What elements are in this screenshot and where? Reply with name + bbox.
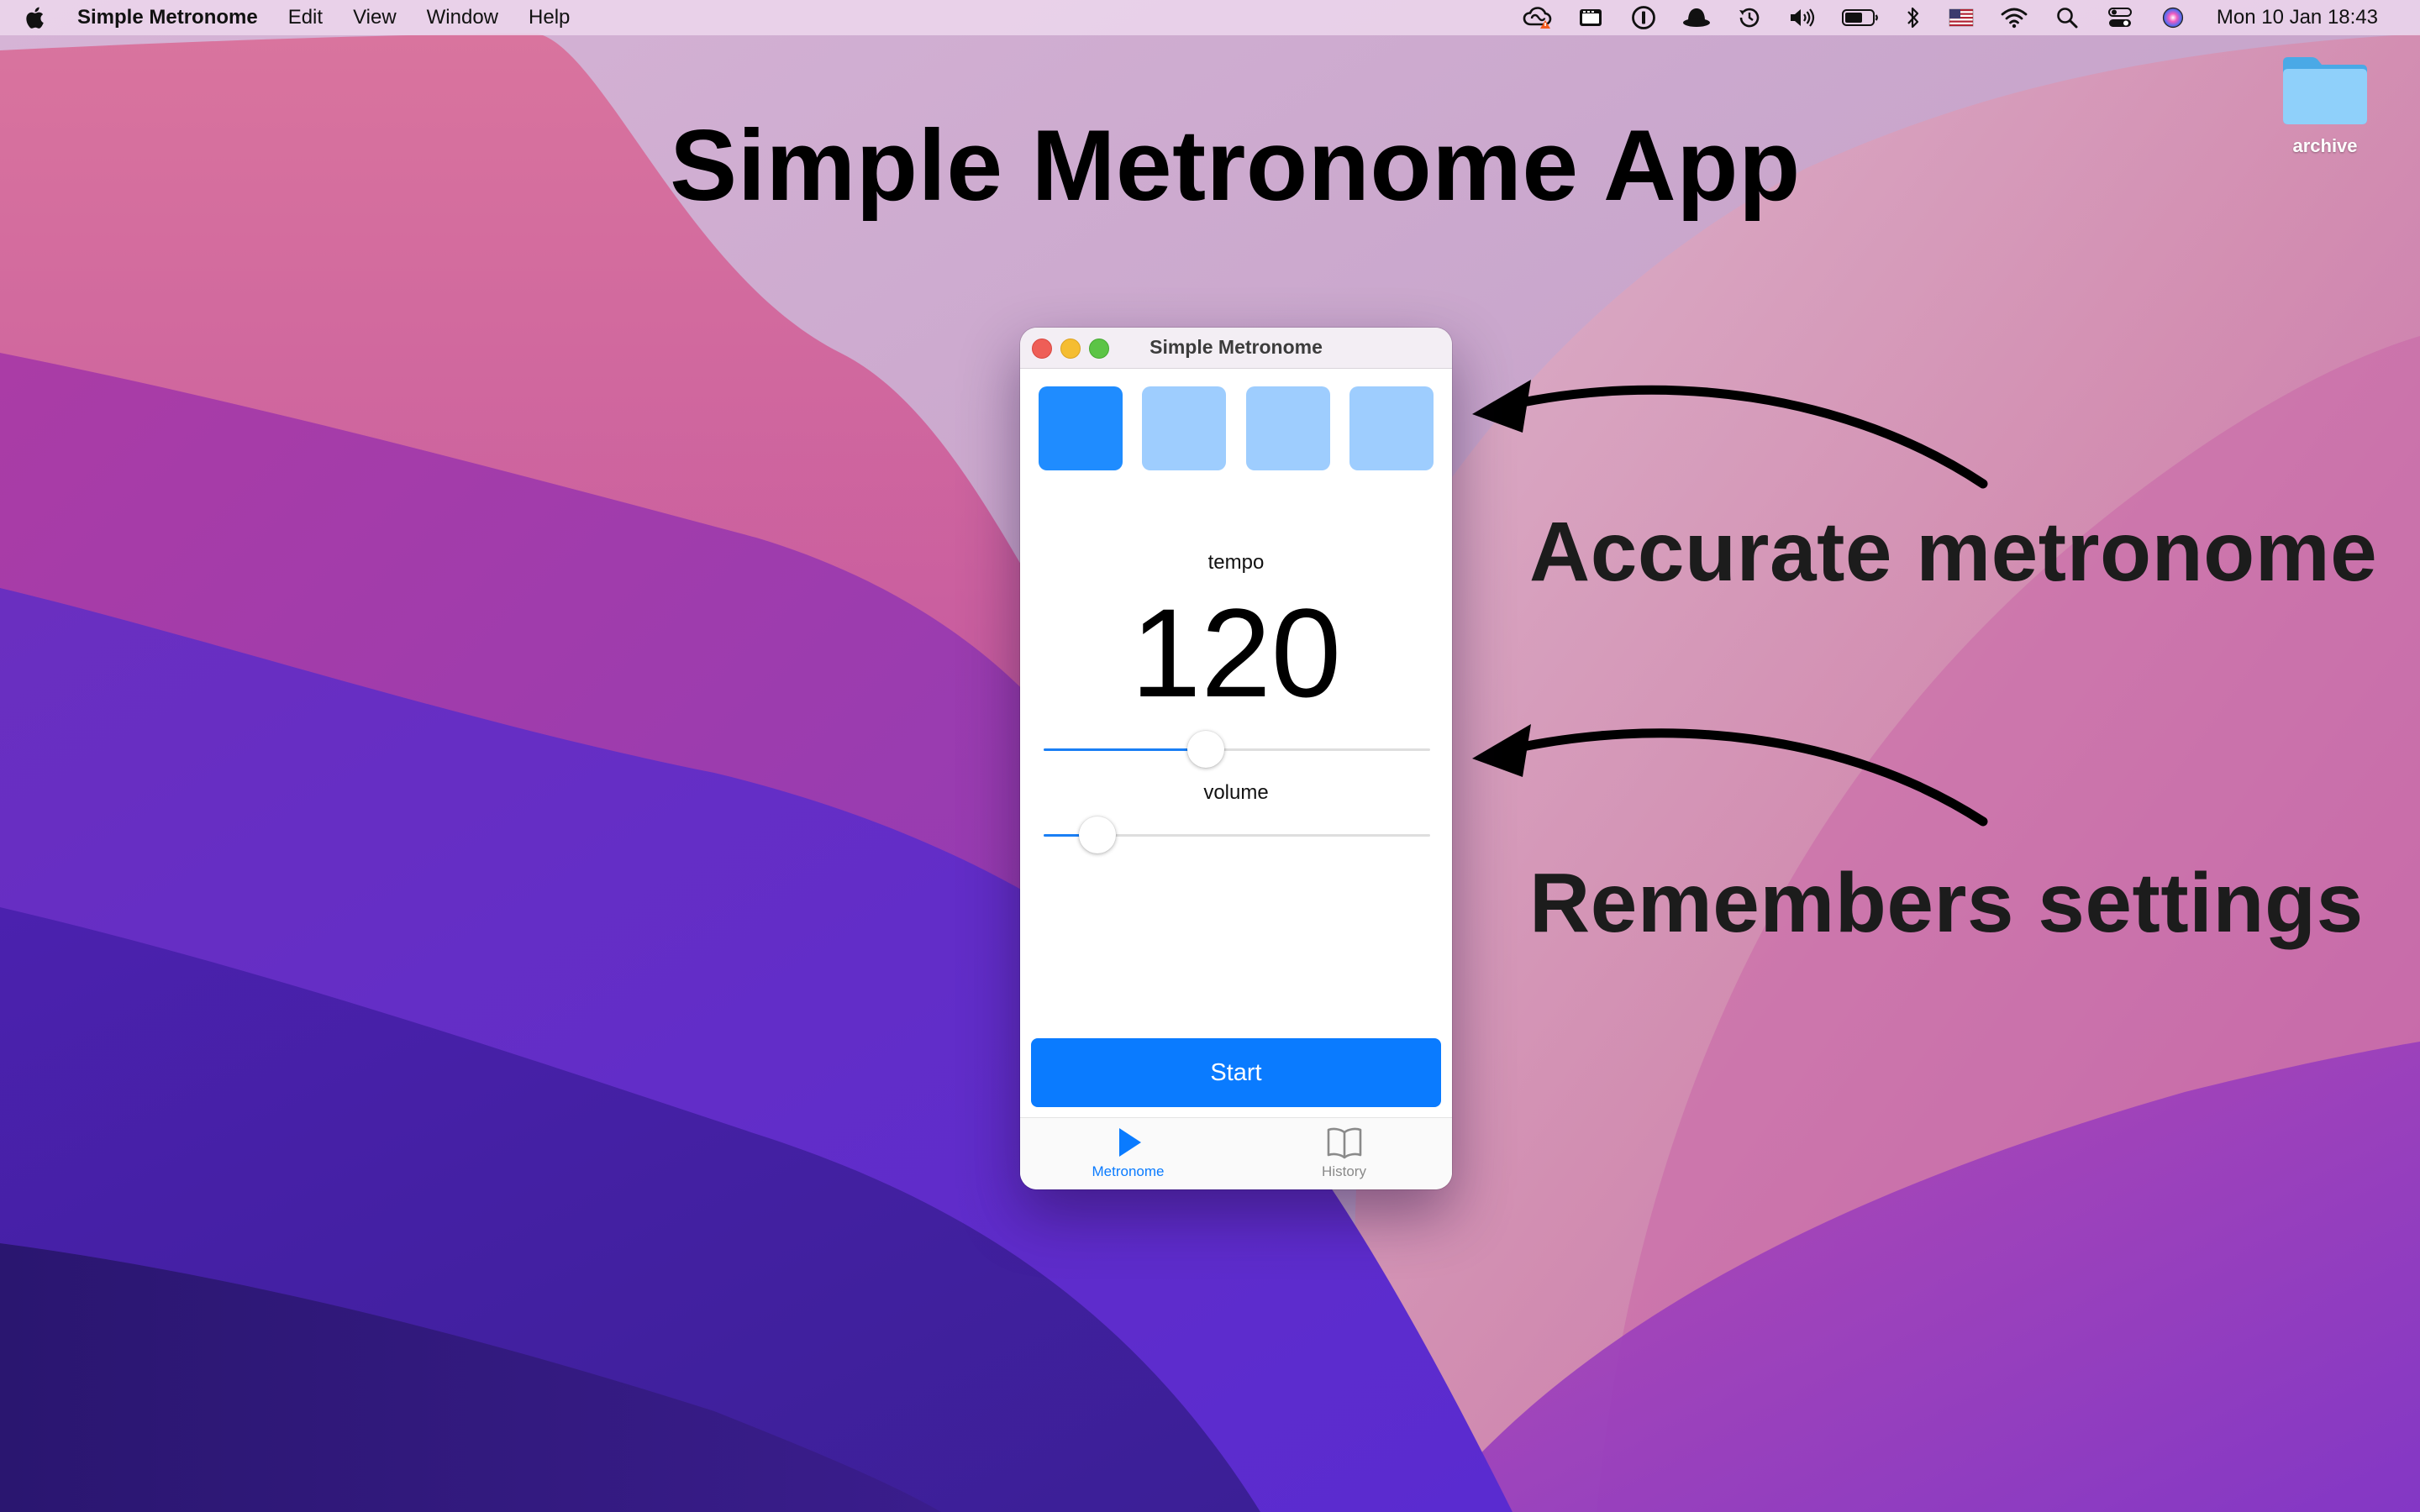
- flag-us-icon[interactable]: [1946, 3, 1976, 32]
- beat-indicator-4[interactable]: [1349, 386, 1434, 470]
- beat-indicator-1[interactable]: [1039, 386, 1123, 470]
- tempo-slider-thumb[interactable]: [1187, 731, 1225, 768]
- creative-cloud-icon[interactable]: [1523, 3, 1553, 32]
- tab-history[interactable]: History: [1236, 1118, 1452, 1189]
- tab-metronome[interactable]: Metronome: [1020, 1118, 1236, 1189]
- window-title: Simple Metronome: [1150, 336, 1323, 358]
- siri-icon[interactable]: [2158, 3, 2188, 32]
- menu-bar-left: Simple Metronome Edit View Window Help: [0, 0, 600, 35]
- play-icon: [1118, 1128, 1141, 1157]
- password-manager-icon[interactable]: [1628, 3, 1659, 32]
- promo-headline: Simple Metronome App: [670, 109, 1801, 222]
- tempo-slider[interactable]: [1044, 731, 1430, 768]
- volume-slider[interactable]: [1044, 816, 1430, 853]
- tab-metronome-label: Metronome: [1092, 1163, 1165, 1179]
- beat-indicators: [1039, 386, 1434, 470]
- battery-icon[interactable]: [1840, 3, 1881, 32]
- menu-bar: Simple Metronome Edit View Window Help M…: [0, 0, 2420, 35]
- book-icon: [1327, 1127, 1361, 1159]
- tab-history-label: History: [1322, 1163, 1366, 1179]
- menu-window[interactable]: Window: [427, 6, 498, 29]
- menu-help[interactable]: Help: [529, 6, 570, 29]
- callout-accurate-metronome: Accurate metronome: [1529, 505, 2378, 599]
- volume-label: volume: [1203, 781, 1269, 804]
- tab-bar: Metronome History: [1020, 1117, 1452, 1189]
- desktop-folder-label: archive: [2292, 135, 2358, 156]
- wifi-icon[interactable]: [1999, 3, 2029, 32]
- bowler-hat-icon[interactable]: [1681, 3, 1712, 32]
- desktop-folder-archive[interactable]: archive: [2269, 52, 2381, 157]
- menu-view[interactable]: View: [353, 6, 397, 29]
- metronome-window: Simple Metronome tempo 120 volume Start …: [1020, 328, 1452, 1189]
- beat-indicator-3[interactable]: [1245, 386, 1330, 470]
- menu-bar-right: Mon 10 Jan 18:43: [1500, 0, 2420, 35]
- clipboard-icon[interactable]: [1576, 3, 1606, 32]
- folder-icon: [2283, 57, 2367, 124]
- menu-app-name[interactable]: Simple Metronome: [77, 6, 258, 29]
- window-titlebar[interactable]: Simple Metronome: [1020, 328, 1452, 369]
- start-button[interactable]: Start: [1031, 1038, 1441, 1107]
- menu-bar-clock[interactable]: Mon 10 Jan 18:43: [2217, 6, 2378, 29]
- bluetooth-icon[interactable]: [1903, 3, 1923, 32]
- tempo-label: tempo: [1207, 551, 1265, 574]
- time-machine-icon[interactable]: [1734, 3, 1765, 32]
- search-icon[interactable]: [2052, 3, 2082, 32]
- beat-indicator-2[interactable]: [1142, 386, 1227, 470]
- apple-icon[interactable]: [25, 3, 50, 32]
- menu-edit[interactable]: Edit: [288, 6, 323, 29]
- tempo-value: 120: [1130, 582, 1342, 723]
- volume-icon[interactable]: [1787, 3, 1818, 32]
- control-center-icon[interactable]: [2105, 3, 2135, 32]
- tempo-slider-fill: [1044, 748, 1207, 751]
- callout-remembers-settings: Remembers settings: [1529, 856, 2364, 950]
- volume-slider-thumb[interactable]: [1079, 816, 1117, 853]
